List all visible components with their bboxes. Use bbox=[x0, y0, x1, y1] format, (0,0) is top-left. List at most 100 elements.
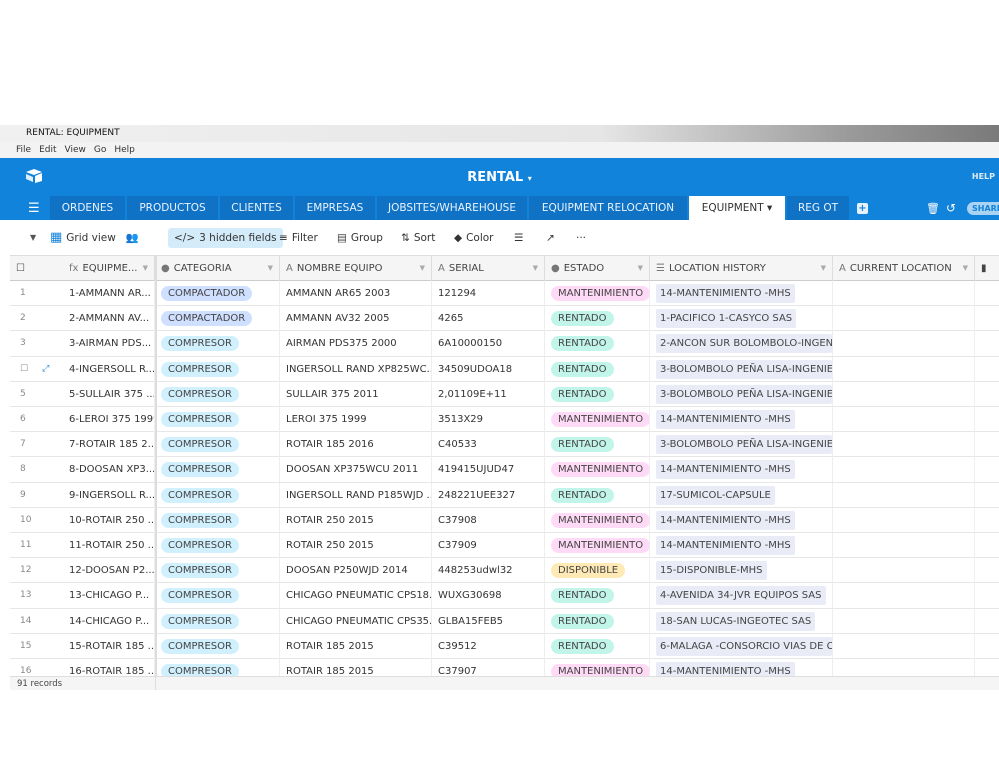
serial-cell[interactable]: 4265 bbox=[432, 306, 545, 332]
extra-cell[interactable] bbox=[975, 634, 999, 659]
location-link-chip[interactable]: 3-BOLOMBOLO PEÑA LISA-INGENIERO bbox=[656, 435, 832, 455]
help-button[interactable]: HELP bbox=[972, 172, 995, 181]
table-row[interactable]: 11 11-ROTAIR 250 ... COMPRESOR ROTAIR 250 2… bbox=[10, 533, 999, 559]
table-row[interactable]: 5 5-SULLAIR 375 ... COMPRESOR SULLAIR 375 2… bbox=[10, 381, 999, 407]
estado-cell[interactable]: RENTADO bbox=[545, 432, 650, 458]
serial-cell[interactable]: 121294 bbox=[432, 281, 545, 306]
menu-edit[interactable]: Edit bbox=[39, 145, 56, 155]
location-history-cell[interactable]: 14-MANTENIMIENTO -MHS bbox=[650, 407, 833, 432]
history-icon[interactable]: ↺ bbox=[946, 201, 956, 215]
location-history-cell[interactable]: 18-SAN LUCAS-INGEOTEC SAS bbox=[650, 608, 833, 634]
current-location-cell[interactable] bbox=[833, 533, 975, 558]
serial-cell[interactable]: 419415UJUD47 bbox=[432, 457, 545, 483]
equipment-cell[interactable]: 7-ROTAIR 185 2... bbox=[55, 432, 155, 458]
estado-cell[interactable]: MANTENIMIENTO bbox=[545, 281, 650, 306]
table-row[interactable]: 6 6-LEROI 375 1999 COMPRESOR LEROI 375 1999… bbox=[10, 407, 999, 433]
column-header-equipme-[interactable]: fx EQUIPME... ▼ bbox=[55, 256, 155, 281]
location-link-chip[interactable]: 4-AVENIDA 34-JVR EQUIPOS SAS bbox=[656, 586, 826, 606]
nombre-equipo-cell[interactable]: INGERSOLL RAND XP825WC... bbox=[280, 356, 432, 382]
column-header-nombre-equipo[interactable]: A NOMBRE EQUIPO ▼ bbox=[280, 256, 432, 281]
current-location-cell[interactable] bbox=[833, 583, 975, 609]
location-link-chip[interactable]: 14-MANTENIMIENTO -MHS bbox=[656, 460, 795, 480]
categoria-cell[interactable]: COMPRESOR bbox=[155, 331, 280, 357]
column-header-current-location[interactable]: A CURRENT LOCATION ▼ bbox=[833, 256, 975, 281]
current-location-cell[interactable] bbox=[833, 507, 975, 533]
extra-cell[interactable] bbox=[975, 558, 999, 583]
estado-cell[interactable]: RENTADO bbox=[545, 608, 650, 634]
nombre-equipo-cell[interactable]: LEROI 375 1999 bbox=[280, 407, 432, 432]
location-link-chip[interactable]: 14-MANTENIMIENTO -MHS bbox=[656, 410, 795, 429]
categoria-cell[interactable]: COMPACTADOR bbox=[155, 281, 280, 306]
categoria-cell[interactable]: COMPRESOR bbox=[155, 432, 280, 458]
row-checkbox[interactable]: ☐ bbox=[20, 364, 28, 374]
current-location-cell[interactable] bbox=[833, 482, 975, 508]
chevron-down-icon[interactable]: ▼ bbox=[638, 256, 643, 281]
select-all-checkbox[interactable]: ☐ bbox=[10, 256, 55, 281]
estado-cell[interactable]: RENTADO bbox=[545, 356, 650, 382]
table-row[interactable]: 15 15-ROTAIR 185 ... COMPRESOR ROTAIR 185 2… bbox=[10, 633, 999, 659]
equipment-cell[interactable]: 15-ROTAIR 185 ... bbox=[55, 633, 155, 659]
location-link-chip[interactable]: 3-BOLOMBOLO PEÑA LISA-INGENIERO bbox=[656, 384, 832, 404]
trash-icon[interactable]: 🗑 bbox=[926, 202, 940, 215]
current-location-cell[interactable] bbox=[833, 281, 975, 306]
extra-cell[interactable] bbox=[975, 508, 999, 533]
location-history-cell[interactable]: 3-BOLOMBOLO PEÑA LISA-INGENIERO bbox=[650, 356, 833, 382]
equipment-cell[interactable]: 9-INGERSOLL R... bbox=[55, 482, 155, 508]
primary-column-divider[interactable] bbox=[155, 256, 157, 676]
serial-cell[interactable]: 6A10000150 bbox=[432, 331, 545, 357]
extra-cell[interactable] bbox=[975, 609, 999, 634]
estado-cell[interactable]: RENTADO bbox=[545, 381, 650, 407]
categoria-cell[interactable]: COMPRESOR bbox=[155, 381, 280, 407]
tab-reg-ot[interactable]: REG OT bbox=[787, 196, 849, 220]
estado-cell[interactable]: RENTADO bbox=[545, 583, 650, 609]
extra-cell[interactable] bbox=[975, 533, 999, 558]
current-location-cell[interactable] bbox=[833, 331, 975, 357]
location-link-chip[interactable]: 18-SAN LUCAS-INGEOTEC SAS bbox=[656, 611, 816, 631]
categoria-cell[interactable]: COMPRESOR bbox=[155, 608, 280, 634]
hamburger-menu-icon[interactable]: ☰ bbox=[28, 201, 40, 216]
group-button[interactable]: ▤ Group bbox=[337, 228, 383, 248]
current-location-cell[interactable] bbox=[833, 633, 975, 659]
serial-cell[interactable]: C37909 bbox=[432, 533, 545, 558]
current-location-cell[interactable] bbox=[833, 306, 975, 332]
location-history-cell[interactable]: 1-PACIFICO 1-CASYCO SAS bbox=[650, 306, 833, 332]
views-toggle-icon[interactable]: ▼ bbox=[30, 228, 36, 248]
estado-cell[interactable]: MANTENIMIENTO bbox=[545, 507, 650, 533]
current-location-cell[interactable] bbox=[833, 432, 975, 458]
nombre-equipo-cell[interactable]: AIRMAN PDS375 2000 bbox=[280, 331, 432, 357]
location-history-cell[interactable]: 14-MANTENIMIENTO -MHS bbox=[650, 533, 833, 558]
location-link-chip[interactable]: 14-MANTENIMIENTO -MHS bbox=[656, 510, 795, 530]
nombre-equipo-cell[interactable]: ROTAIR 185 2016 bbox=[280, 432, 432, 458]
nombre-equipo-cell[interactable]: ROTAIR 250 2015 bbox=[280, 533, 432, 558]
grid-view-switcher[interactable]: ▦ Grid view 👥 bbox=[50, 228, 139, 248]
share-button[interactable]: SHARE bbox=[967, 202, 999, 215]
current-location-cell[interactable] bbox=[833, 608, 975, 634]
table-row[interactable]: 13 13-CHICAGO P... COMPRESOR CHICAGO PNEUMA… bbox=[10, 583, 999, 609]
tab-clientes[interactable]: CLIENTES bbox=[220, 196, 293, 220]
menu-go[interactable]: Go bbox=[94, 145, 106, 155]
location-history-cell[interactable]: 15-DISPONIBLE-MHS bbox=[650, 558, 833, 584]
table-row[interactable]: 10 10-ROTAIR 250 ... COMPRESOR ROTAIR 250 2… bbox=[10, 507, 999, 533]
location-link-chip[interactable]: 17-SUMICOL-CAPSULE bbox=[656, 485, 775, 505]
serial-cell[interactable]: 3513X29 bbox=[432, 407, 545, 432]
categoria-cell[interactable]: COMPACTADOR bbox=[155, 306, 280, 332]
estado-cell[interactable]: RENTADO bbox=[545, 306, 650, 332]
location-link-chip[interactable]: 15-DISPONIBLE-MHS bbox=[656, 561, 767, 581]
categoria-cell[interactable]: COMPRESOR bbox=[155, 356, 280, 382]
location-link-chip[interactable]: 6-MALAGA -CONSORCIO VIAS DE CO bbox=[656, 636, 832, 656]
equipment-cell[interactable]: 4-INGERSOLL R... bbox=[55, 356, 155, 382]
table-row[interactable]: 12 12-DOOSAN P2... COMPRESOR DOOSAN P250WJD… bbox=[10, 558, 999, 584]
nombre-equipo-cell[interactable]: DOOSAN P250WJD 2014 bbox=[280, 558, 432, 584]
nombre-equipo-cell[interactable]: CHICAGO PNEUMATIC CPS35... bbox=[280, 608, 432, 634]
extra-cell[interactable] bbox=[975, 331, 999, 356]
column-header-more[interactable]: ▮ bbox=[975, 256, 999, 281]
serial-cell[interactable]: C39512 bbox=[432, 633, 545, 659]
column-header-location-history[interactable]: ☰ LOCATION HISTORY ▼ bbox=[650, 256, 833, 281]
chevron-down-icon[interactable]: ▼ bbox=[268, 256, 273, 281]
location-history-cell[interactable]: 4-AVENIDA 34-JVR EQUIPOS SAS bbox=[650, 583, 833, 609]
current-location-cell[interactable] bbox=[833, 407, 975, 432]
nombre-equipo-cell[interactable]: SULLAIR 375 2011 bbox=[280, 381, 432, 407]
expand-row-icon[interactable]: ⤢ bbox=[42, 364, 49, 374]
tab-productos[interactable]: PRODUCTOS bbox=[127, 196, 218, 220]
equipment-cell[interactable]: 13-CHICAGO P... bbox=[55, 583, 155, 609]
